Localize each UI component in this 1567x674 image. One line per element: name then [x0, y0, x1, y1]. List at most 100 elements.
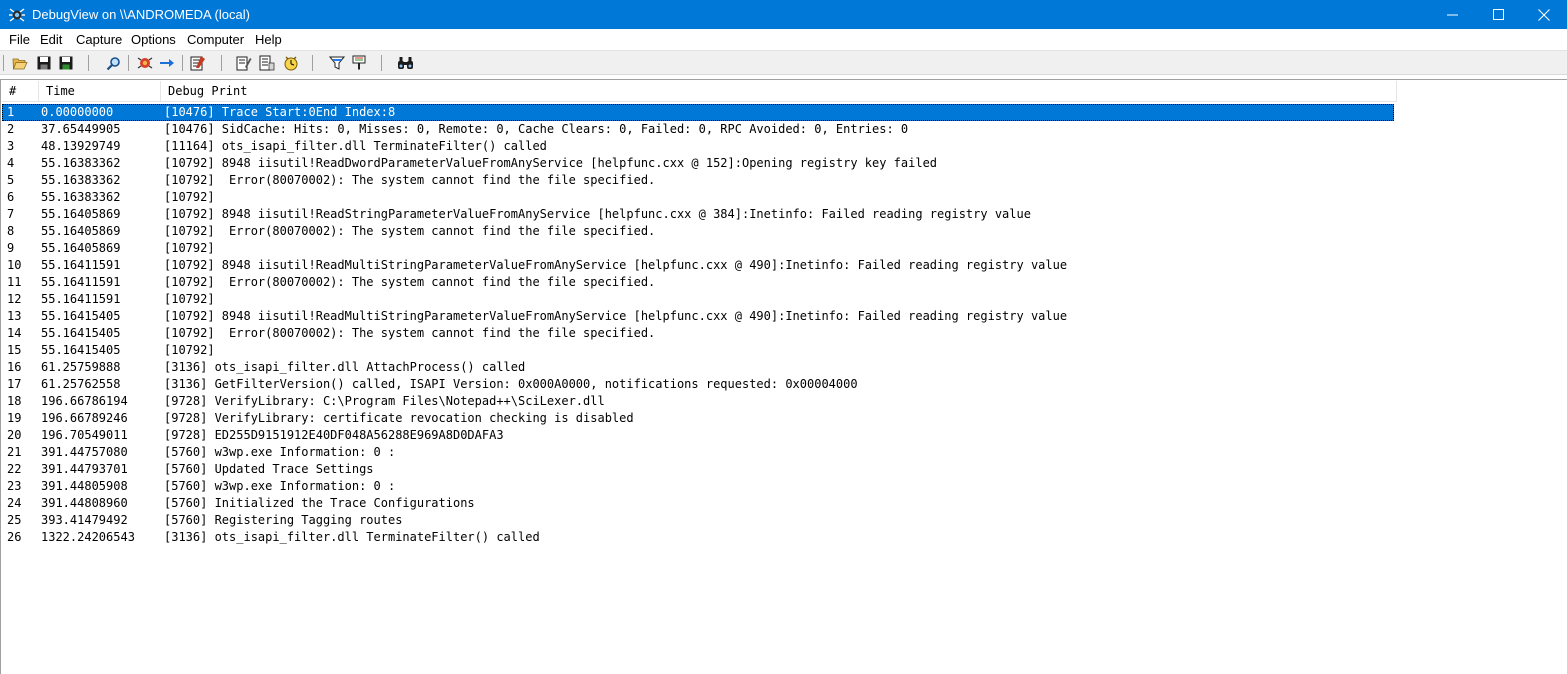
row-number: 21	[7, 445, 22, 459]
close-icon	[1538, 8, 1550, 21]
row-time: 196.70549011	[41, 428, 128, 442]
log-row[interactable]: 3 48.13929749 [11164] ots_isapi_filter.dll…	[2, 138, 1394, 155]
row-debug-print: [10792] 8948 iisutil!ReadMultiStringPara…	[164, 309, 1068, 323]
menu-options[interactable]: Options	[131, 32, 176, 47]
row-number: 20	[7, 428, 22, 442]
row-debug-print: [5760] Updated Trace Settings	[164, 462, 374, 476]
row-debug-print: [10792]	[164, 343, 215, 357]
row-number: 12	[7, 292, 22, 306]
row-time: 55.16411591	[41, 258, 121, 272]
row-number: 9	[7, 241, 15, 255]
row-debug-print: [10792] Error(80070002): The system cann…	[164, 275, 656, 289]
log-row[interactable]: 4 55.16383362 [10792] 8948 iisutil!ReadDwo…	[2, 155, 1394, 172]
log-row[interactable]: 5 55.16383362 [10792] Error(80070002): The…	[2, 172, 1394, 189]
log-row[interactable]: 12 55.16411591 [10792]	[2, 291, 1394, 308]
minimize-button[interactable]	[1429, 0, 1475, 29]
row-time: 196.66786194	[41, 394, 128, 408]
debugview-app-icon[interactable]	[8, 6, 26, 24]
log-row[interactable]: 6 55.16383362 [10792]	[2, 189, 1394, 206]
save-icon	[37, 56, 51, 70]
find-icon	[106, 56, 120, 70]
row-number: 5	[7, 173, 15, 187]
row-number: 3	[7, 139, 15, 153]
row-number: 19	[7, 411, 22, 425]
clock-time-button[interactable]	[258, 54, 276, 72]
log-row[interactable]: 8 55.16405869 [10792] Error(80070002): The…	[2, 223, 1394, 240]
column-header-time[interactable]: Time	[39, 81, 161, 102]
binoculars-icon	[397, 57, 413, 69]
row-number: 4	[7, 156, 15, 170]
toolbar-separator	[312, 55, 313, 71]
log-row[interactable]: 9 55.16405869 [10792]	[2, 240, 1394, 257]
show-milliseconds-button[interactable]	[282, 54, 300, 72]
row-time: 55.16383362	[41, 173, 121, 187]
log-row[interactable]: 15 55.16415405 [10792]	[2, 342, 1394, 359]
row-debug-print: [10476] SidCache: Hits: 0, Misses: 0, Re…	[164, 122, 909, 136]
save-all-button[interactable]	[57, 54, 75, 72]
save-button[interactable]	[35, 54, 53, 72]
row-debug-print: [9728] ED255D9151912E40DF048A56288E969A8…	[164, 428, 504, 442]
log-row[interactable]: 17 61.25762558 [3136] GetFilterVersion() c…	[2, 376, 1394, 393]
row-debug-print: [11164] ots_isapi_filter.dll TerminateFi…	[164, 139, 547, 153]
highlight-icon	[352, 55, 366, 70]
log-row[interactable]: 21 391.44757080 [5760] w3wp.exe Informatio…	[2, 444, 1394, 461]
menu-capture[interactable]: Capture	[76, 32, 122, 47]
row-debug-print: [10792]	[164, 190, 215, 204]
time-format-button[interactable]	[235, 54, 253, 72]
log-row[interactable]: 26 1322.24206543 [3136] ots_isapi_filter.d…	[2, 529, 1394, 546]
close-button[interactable]	[1521, 0, 1567, 29]
log-row[interactable]: 24 391.44808960 [5760] Initialized the Tra…	[2, 495, 1394, 512]
row-debug-print: [3136] ots_isapi_filter.dll TerminateFil…	[164, 530, 540, 544]
row-number: 18	[7, 394, 22, 408]
menu-file[interactable]: File	[9, 32, 30, 47]
row-time: 37.65449905	[41, 122, 121, 136]
row-time: 55.16415405	[41, 309, 121, 323]
log-row[interactable]: 23 391.44805908 [5760] w3wp.exe Informatio…	[2, 478, 1394, 495]
log-row[interactable]: 16 61.25759888 [3136] ots_isapi_filter.dll…	[2, 359, 1394, 376]
binoculars-button[interactable]	[396, 54, 414, 72]
filter-button[interactable]	[328, 54, 346, 72]
clear-display-button[interactable]	[189, 54, 207, 72]
log-row-selected[interactable]: 1 0.00000000 [10476] Trace Start:0End Inde…	[2, 104, 1394, 121]
log-row[interactable]: 20 196.70549011 [9728] ED255D9151912E40DF0…	[2, 427, 1394, 444]
row-debug-print: [10476] Trace Start:0End Index:8	[164, 105, 396, 119]
toolbar-separator	[88, 55, 89, 71]
log-row[interactable]: 11 55.16411591 [10792] Error(80070002): Th…	[2, 274, 1394, 291]
log-row[interactable]: 14 55.16415405 [10792] Error(80070002): Th…	[2, 325, 1394, 342]
log-row[interactable]: 7 55.16405869 [10792] 8948 iisutil!ReadStr…	[2, 206, 1394, 223]
row-time: 55.16405869	[41, 207, 121, 221]
log-row[interactable]: 13 55.16415405 [10792] 8948 iisutil!ReadMu…	[2, 308, 1394, 325]
row-debug-print: [5760] w3wp.exe Information: 0 :	[164, 479, 396, 493]
column-header-number[interactable]: #	[2, 81, 39, 102]
menu-edit[interactable]: Edit	[40, 32, 62, 47]
column-header-debug-print[interactable]: Debug Print	[161, 81, 1397, 102]
menu-computer[interactable]: Computer	[187, 32, 244, 47]
find-button[interactable]	[104, 54, 122, 72]
row-time: 391.44757080	[41, 445, 128, 459]
row-number: 8	[7, 224, 15, 238]
row-debug-print: [5760] Registering Tagging routes	[164, 513, 403, 527]
row-debug-print: [5760] Initialized the Trace Configurati…	[164, 496, 475, 510]
log-row[interactable]: 10 55.16411591 [10792] 8948 iisutil!ReadMu…	[2, 257, 1394, 274]
row-time: 61.25762558	[41, 377, 121, 391]
row-debug-print: [10792] 8948 iisutil!ReadDwordParameterV…	[164, 156, 938, 170]
capture-button[interactable]	[136, 54, 154, 72]
row-number: 13	[7, 309, 22, 323]
log-row[interactable]: 25 393.41479492 [5760] Registering Tagging…	[2, 512, 1394, 529]
row-time: 55.16411591	[41, 275, 121, 289]
highlight-button[interactable]	[350, 54, 368, 72]
log-row[interactable]: 22 391.44793701 [5760] Updated Trace Setti…	[2, 461, 1394, 478]
maximize-icon	[1492, 9, 1504, 20]
open-icon	[12, 58, 28, 70]
debug-output-list[interactable]: # Time Debug Print 1 0.00000000 [10476] Tr…	[0, 79, 1567, 674]
log-row[interactable]: 18 196.66786194 [9728] VerifyLibrary: C:\P…	[2, 393, 1394, 410]
row-time: 55.16405869	[41, 224, 121, 238]
log-row[interactable]: 19 196.66789246 [9728] VerifyLibrary: cert…	[2, 410, 1394, 427]
menu-help[interactable]: Help	[255, 32, 282, 47]
clear-display-icon	[190, 56, 205, 71]
autoscroll-button[interactable]	[158, 54, 176, 72]
row-number: 15	[7, 343, 22, 357]
maximize-button[interactable]	[1475, 0, 1521, 29]
open-button[interactable]	[11, 54, 29, 72]
log-row[interactable]: 2 37.65449905 [10476] SidCache: Hits: 0, M…	[2, 121, 1394, 138]
